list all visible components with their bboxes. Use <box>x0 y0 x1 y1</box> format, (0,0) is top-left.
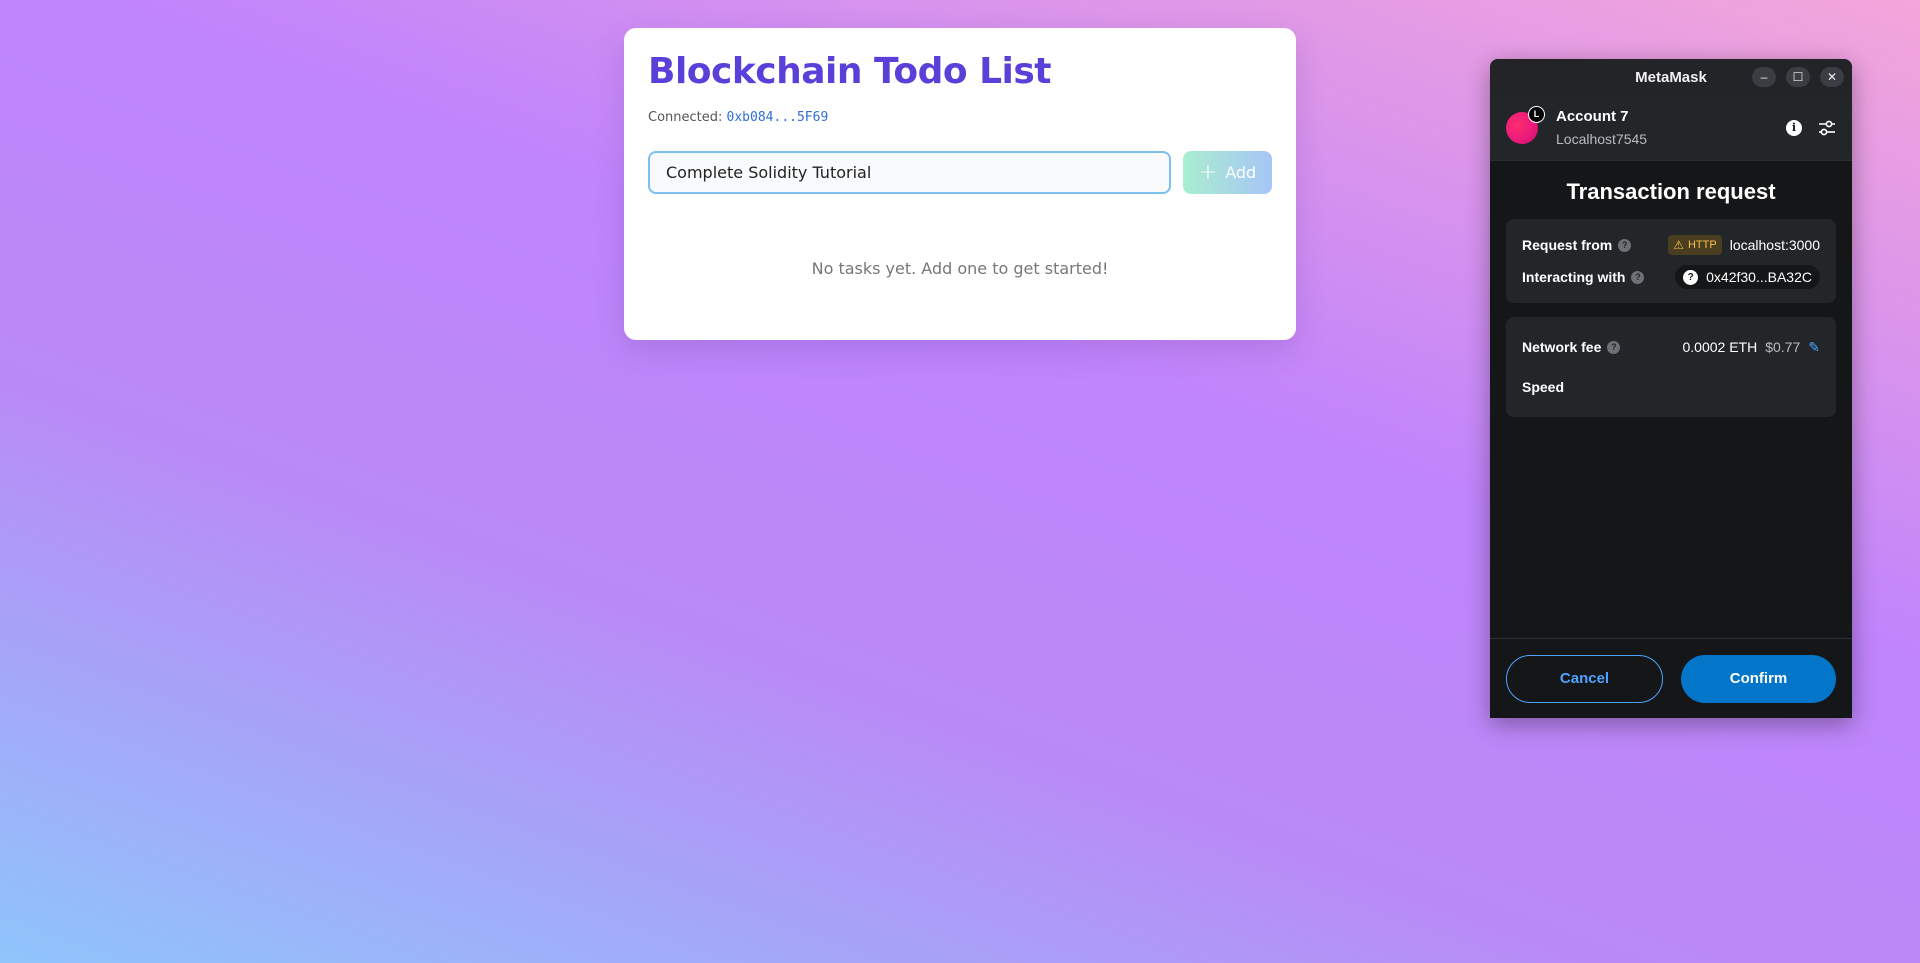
fee-usd: $0.77 <box>1765 339 1801 355</box>
window-controls: – ☐ ✕ <box>1752 67 1844 87</box>
confirm-button[interactable]: Confirm <box>1681 654 1836 703</box>
contract-address: 0x42f30...BA32C <box>1706 269 1812 285</box>
avatar: L <box>1506 105 1545 144</box>
http-warning-badge: ⚠ HTTP <box>1668 235 1722 255</box>
warning-icon: ⚠ <box>1673 238 1684 252</box>
plus-icon: + <box>1198 159 1218 185</box>
http-badge-label: HTTP <box>1687 239 1717 251</box>
connected-address: 0xb084...5F69 <box>726 110 829 125</box>
request-details: Request from ? ⚠ HTTP localhost:3000 Int… <box>1506 219 1836 303</box>
window-titlebar[interactable]: MetaMask – ☐ ✕ <box>1490 59 1852 95</box>
fee-details: Network fee ? 0.0002 ETH $0.77 ✎ Speed <box>1506 317 1836 417</box>
add-task-row: + Add <box>648 151 1272 194</box>
interacting-with-label: Interacting with <box>1522 269 1626 285</box>
task-input[interactable] <box>648 151 1171 194</box>
contract-address-pill[interactable]: ? 0x42f30...BA32C <box>1675 265 1820 289</box>
account-name: Account 7 <box>1556 108 1629 125</box>
request-origin: localhost:3000 <box>1729 237 1820 253</box>
add-button-label: Add <box>1225 163 1257 182</box>
network-name: Localhost7545 <box>1556 131 1648 147</box>
metamask-window: MetaMask – ☐ ✕ L Account 7 Localhost7545… <box>1490 59 1852 718</box>
page-title: Blockchain Todo List <box>648 51 1052 92</box>
network-fee-row: Network fee ? 0.0002 ETH $0.77 ✎ <box>1522 333 1820 361</box>
info-icon[interactable]: i <box>1786 119 1802 136</box>
interacting-with-row: Interacting with ? ? 0x42f30...BA32C <box>1522 263 1820 291</box>
account-bar: L Account 7 Localhost7545 i <box>1490 95 1852 161</box>
transaction-heading: Transaction request <box>1566 179 1776 204</box>
request-from-row: Request from ? ⚠ HTTP localhost:3000 <box>1522 231 1820 259</box>
account-info: Account 7 Localhost7545 <box>1556 108 1786 147</box>
account-actions: i <box>1786 119 1836 136</box>
minimize-icon[interactable]: – <box>1752 67 1776 87</box>
help-icon[interactable]: ? <box>1607 340 1621 354</box>
connection-status: Connected: 0xb084...5F69 <box>648 110 1272 125</box>
unknown-contract-icon: ? <box>1683 269 1699 285</box>
action-footer: Cancel Confirm <box>1490 638 1852 718</box>
window-title: MetaMask <box>1635 68 1707 86</box>
cancel-button[interactable]: Cancel <box>1506 654 1663 703</box>
settings-sliders-icon[interactable] <box>1818 120 1836 136</box>
empty-state-message: No tasks yet. Add one to get started! <box>811 259 1109 278</box>
help-icon[interactable]: ? <box>1618 238 1632 252</box>
help-icon[interactable]: ? <box>1631 270 1645 284</box>
speed-label: Speed <box>1522 379 1565 395</box>
network-fee-label: Network fee <box>1522 339 1602 355</box>
request-from-label: Request from <box>1522 237 1613 253</box>
todo-card: Blockchain Todo List Connected: 0xb084..… <box>624 28 1296 340</box>
connected-label: Connected: <box>648 110 723 125</box>
fee-eth: 0.0002 ETH <box>1682 339 1758 355</box>
edit-fee-icon[interactable]: ✎ <box>1808 339 1820 356</box>
maximize-icon[interactable]: ☐ <box>1786 67 1810 87</box>
speed-row: Speed <box>1522 373 1820 401</box>
add-button[interactable]: + Add <box>1183 151 1272 194</box>
close-icon[interactable]: ✕ <box>1820 67 1844 87</box>
network-badge: L <box>1528 105 1545 123</box>
